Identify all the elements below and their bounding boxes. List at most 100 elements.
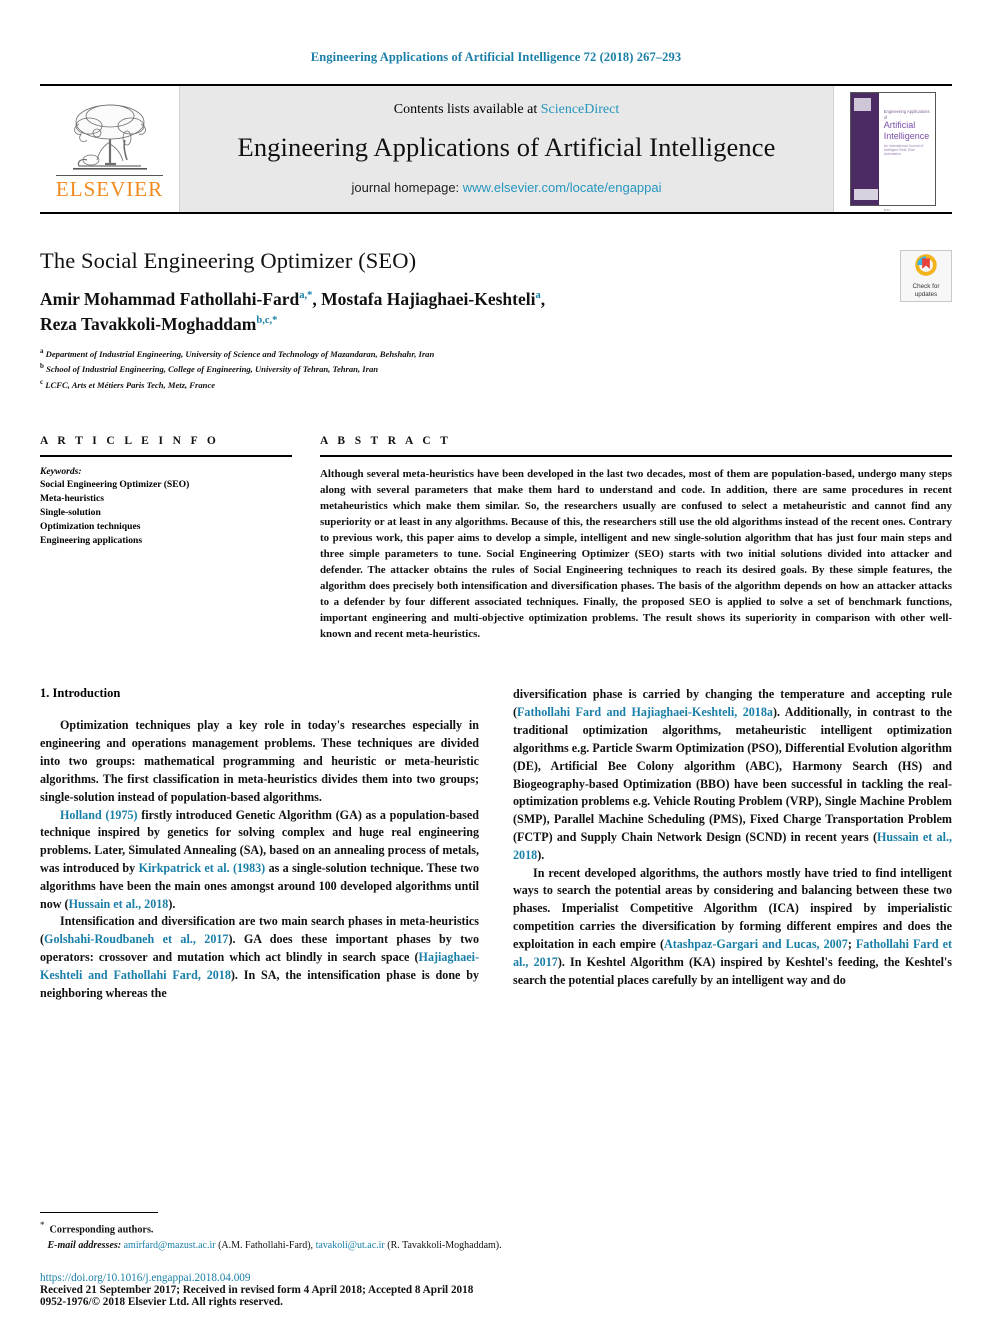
- crossmark-icon: [915, 253, 937, 281]
- contents-list-line: Contents lists available at ScienceDirec…: [394, 102, 620, 118]
- body-column-left: 1. Introduction Optimization techniques …: [40, 686, 479, 1002]
- keywords-heading: Keywords:: [40, 466, 82, 478]
- copyright-line: 0952-1976/© 2018 Elsevier Ltd. All right…: [40, 1296, 283, 1308]
- author-list: Amir Mohammad Fathollahi-Farda, * , Mostaf…: [40, 289, 546, 334]
- author-separator: , Mostafa Hajiaghaei-Keshteli: [312, 289, 536, 309]
- intro-p4-text-2: ). Additionally, in contrast to the trad…: [513, 705, 952, 844]
- intro-p5-sep: ;: [847, 936, 856, 951]
- intro-p2-text-3: ).: [168, 896, 176, 911]
- journal-cover-thumbnail: Engineering Applications of Artificial I…: [833, 86, 952, 212]
- cover-left-panel: [851, 93, 879, 205]
- cover-footer-text: IFAC: [883, 208, 891, 213]
- affiliation-a: a Department of Industrial Engineering, …: [40, 346, 952, 362]
- journal-masthead: ELSEVIER Contents lists available at Sci…: [40, 84, 952, 214]
- intro-p4-text-3: ).: [537, 847, 545, 862]
- cover-image: Engineering Applications of Artificial I…: [850, 92, 936, 212]
- page-title: The Social Engineering Optimizer (SEO): [40, 248, 417, 273]
- author-3-affil-marker: b,c,: [256, 315, 273, 327]
- corresponding-author-text: Corresponding authors.: [49, 1224, 154, 1236]
- affiliation-c-text: LCFC, Arts et Métiers Paris Tech, Metz, …: [45, 380, 216, 391]
- affiliation-a-marker: a: [40, 346, 44, 355]
- article-info-heading: A R T I C L E I N F O: [40, 435, 220, 448]
- intro-paragraph-5: In recent developed algorithms, the auth…: [513, 865, 952, 990]
- keyword-item: Engineering applications: [40, 535, 143, 547]
- cover-right-panel: Engineering Applications of Artificial I…: [879, 93, 935, 212]
- doi-link[interactable]: https://doi.org/10.1016/j.engappai.2018.…: [40, 1272, 740, 1284]
- elsevier-logo: ELSEVIER: [40, 86, 180, 212]
- masthead-center: Contents lists available at ScienceDirec…: [180, 86, 833, 212]
- affiliation-b-marker: b: [40, 362, 44, 371]
- crossmark-label: Check for updates: [913, 283, 940, 299]
- title-block: The Social Engineering Optimizer (SEO) A…: [40, 248, 952, 393]
- crossmark-label-line2: updates: [914, 290, 938, 298]
- contents-prefix: Contents lists available at: [393, 101, 541, 117]
- author-1-affil-marker: a,: [299, 290, 308, 302]
- abstract-heading: A B S T R A C T: [320, 435, 452, 448]
- affiliation-b-text: School of Industrial Engineering, Colleg…: [46, 364, 379, 375]
- email-link-1[interactable]: amirfard@mazust.ac.ir: [124, 1240, 216, 1251]
- crossmark-label-line1: Check for: [912, 282, 940, 290]
- info-abstract-section: A R T I C L E I N F O Keywords: Social E…: [40, 435, 952, 642]
- affiliation-b: b School of Industrial Engineering, Coll…: [40, 361, 952, 377]
- intro-p5-text-2: ). In Keshtel Algorithm (KA) inspired by…: [513, 954, 953, 987]
- cover-line1: Engineering Applications of: [883, 109, 930, 120]
- abstract-text: Although several meta-heuristics have be…: [320, 468, 952, 641]
- intro-paragraph-2: Holland (1975) firstly introduced Geneti…: [40, 807, 479, 914]
- paper-page: Engineering Applications of Artificial I…: [0, 0, 992, 1323]
- sciencedirect-link[interactable]: ScienceDirect: [541, 102, 620, 117]
- cover-publisher-badge-icon: [854, 98, 871, 111]
- running-head: Engineering Applications of Artificial I…: [310, 50, 682, 64]
- email-owner-1: (A.M. Fathollahi-Fard),: [215, 1240, 316, 1251]
- affiliation-c: c LCFC, Arts et Métiers Paris Tech, Metz…: [40, 377, 952, 393]
- elsevier-wordmark: ELSEVIER: [55, 175, 164, 201]
- body-columns: 1. Introduction Optimization techniques …: [40, 686, 952, 1002]
- journal-title: Engineering Applications of Artificial I…: [237, 131, 776, 162]
- page-footer: https://doi.org/10.1016/j.engappai.2018.…: [40, 1272, 740, 1308]
- cover-line4: An International Journal of Intelligent …: [883, 144, 924, 157]
- keyword-item: Meta-heuristics: [40, 493, 104, 505]
- footnote-rule: [40, 1212, 158, 1214]
- keyword-item: Social Engineering Optimizer (SEO): [40, 479, 190, 491]
- author-3: Reza Tavakkoli-Moghaddam: [40, 313, 257, 334]
- homepage-prefix: journal homepage:: [351, 179, 463, 195]
- affiliation-c-marker: c: [40, 378, 44, 387]
- footnote-star-marker: *: [40, 1220, 45, 1231]
- body-column-right: diversification phase is carried by chan…: [513, 686, 952, 1002]
- citation-hussain-2018[interactable]: Hussain et al., 2018: [69, 897, 169, 911]
- corresponding-author-note: * Corresponding authors.: [40, 1219, 680, 1238]
- footnote-block: * Corresponding authors. E-mail addresse…: [40, 1212, 680, 1253]
- journal-homepage-line: journal homepage: www.elsevier.com/locat…: [351, 180, 661, 195]
- author-3-corresponding-marker: *: [272, 315, 278, 327]
- citation-golshahi-2017[interactable]: Golshahi-Roudbaneh et al., 2017: [44, 932, 228, 946]
- intro-paragraph-3: Intensification and diversification are …: [40, 913, 479, 1002]
- citation-atashpaz-2007[interactable]: Atashpaz-Gargari and Lucas, 2007: [664, 937, 848, 951]
- citation-holland-1975[interactable]: Holland (1975): [60, 808, 138, 822]
- journal-homepage-link[interactable]: www.elsevier.com/locate/engappai: [463, 180, 662, 195]
- keywords-block: Keywords: Social Engineering Optimizer (…: [40, 466, 292, 548]
- section-title-introduction: 1. Introduction: [40, 686, 121, 701]
- article-info-rule: [40, 455, 292, 458]
- cover-line3: Intelligence: [883, 130, 930, 141]
- citation-fathollahi-2018a[interactable]: Fathollahi Fard and Hajiaghaei-Keshteli,…: [517, 705, 773, 719]
- received-dates: Received 21 September 2017; Received in …: [40, 1284, 474, 1296]
- elsevier-tree-icon: [67, 100, 153, 174]
- abstract-column: A B S T R A C T Although several meta-he…: [320, 435, 952, 642]
- keyword-item: Single-solution: [40, 507, 101, 519]
- author-1: Amir Mohammad Fathollahi-Fard: [40, 289, 300, 309]
- cover-ifac-badge-icon: [854, 189, 878, 200]
- cover-line2: Artificial: [883, 120, 916, 131]
- intro-paragraph-4: diversification phase is carried by chan…: [513, 686, 952, 864]
- email-addresses-note: E-mail addresses: amirfard@mazust.ac.ir …: [40, 1238, 680, 1253]
- intro-paragraph-1: Optimization techniques play a key role …: [40, 718, 479, 804]
- email-link-2[interactable]: tavakoli@ut.ac.ir: [316, 1240, 385, 1251]
- affiliations: a Department of Industrial Engineering, …: [40, 346, 952, 393]
- affiliation-a-text: Department of Industrial Engineering, Un…: [45, 348, 435, 359]
- citation-kirkpatrick-1983[interactable]: Kirkpatrick et al. (1983): [139, 861, 266, 875]
- abstract-rule: [320, 455, 952, 458]
- crossmark-badge[interactable]: Check for updates: [900, 250, 952, 302]
- email-owner-2: (R. Tavakkoli-Moghaddam).: [384, 1240, 502, 1251]
- keyword-item: Optimization techniques: [40, 521, 141, 533]
- article-info-column: A R T I C L E I N F O Keywords: Social E…: [40, 435, 292, 642]
- email-label: E-mail addresses:: [47, 1240, 122, 1251]
- author-2-affil-marker: a: [535, 290, 541, 302]
